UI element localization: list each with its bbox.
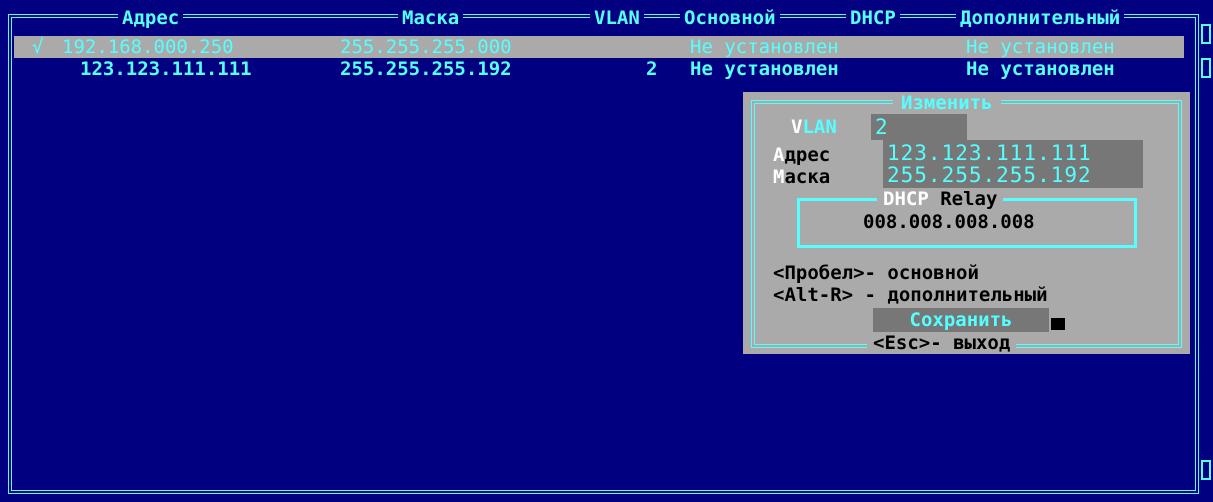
row-secondary-dhcp: Не установлен bbox=[966, 58, 1115, 80]
vlan-field[interactable]: 2 bbox=[871, 114, 967, 140]
dhcp-relay-hotkey: DHCP bbox=[883, 188, 929, 210]
table-header: Адрес Маска VLAN Основной DHCP Дополните… bbox=[0, 6, 1213, 30]
table-row-selected[interactable]: √ 192.168.000.250 255.255.255.000 Не уст… bbox=[14, 36, 1184, 58]
dhcp-relay-title-text: Relay bbox=[928, 188, 998, 210]
row-primary-dhcp: Не установлен bbox=[690, 58, 839, 80]
save-button[interactable]: Сохранить bbox=[873, 308, 1049, 332]
row-address: 123.123.111.111 bbox=[80, 58, 252, 80]
address-label: Адрес bbox=[773, 144, 830, 166]
row-mask: 255.255.255.000 bbox=[340, 36, 512, 58]
vlan-hotkey: V bbox=[791, 116, 803, 138]
text-cursor bbox=[1051, 318, 1065, 330]
mask-label-text: аска bbox=[784, 166, 831, 188]
column-header-mask[interactable]: Маска bbox=[398, 6, 464, 30]
table-row[interactable]: 123.123.111.111 255.255.255.192 2 Не уст… bbox=[14, 58, 1184, 80]
column-header-primary[interactable]: Основной bbox=[680, 6, 780, 30]
edit-dialog: Изменить VLAN 2 Адрес 123.123.111.111 Ма… bbox=[743, 92, 1190, 354]
scroll-thumb[interactable] bbox=[1201, 58, 1211, 78]
scroll-down-arrow-icon[interactable] bbox=[1201, 460, 1211, 480]
vlan-label: VLAN bbox=[791, 116, 837, 138]
column-header-dhcp[interactable]: DHCP bbox=[846, 6, 900, 30]
scroll-up-arrow-icon[interactable] bbox=[1201, 24, 1211, 44]
mask-label: Маска bbox=[773, 166, 830, 188]
terminal-screen: Адрес Маска VLAN Основной DHCP Дополните… bbox=[0, 0, 1213, 502]
dhcp-relay-field[interactable]: 008.008.008.008 bbox=[863, 210, 1035, 234]
row-address: 192.168.000.250 bbox=[62, 36, 234, 58]
dhcp-relay-title: DHCP Relay bbox=[877, 188, 1004, 210]
row-primary-dhcp: Не установлен bbox=[690, 36, 839, 58]
column-header-secondary[interactable]: Дополнительный bbox=[956, 6, 1125, 30]
row-vlan: 2 bbox=[646, 58, 658, 80]
mask-field[interactable]: 255.255.255.192 bbox=[883, 162, 1143, 188]
row-secondary-dhcp: Не установлен bbox=[966, 36, 1115, 58]
column-header-address[interactable]: Адрес bbox=[118, 6, 184, 30]
vlan-label-text: LAN bbox=[802, 116, 837, 138]
row-check-mark: √ bbox=[32, 36, 44, 58]
row-mask: 255.255.255.192 bbox=[340, 58, 512, 80]
address-label-text: дрес bbox=[784, 144, 831, 166]
address-hotkey: А bbox=[773, 144, 785, 166]
mask-hotkey: М bbox=[773, 166, 785, 188]
hint-space-primary: <Пробел>- основной bbox=[773, 262, 979, 284]
esc-exit-hint[interactable]: <Esc>- выход bbox=[867, 332, 1017, 354]
scrollbar[interactable] bbox=[1200, 14, 1213, 494]
dialog-title: Изменить bbox=[893, 92, 1001, 114]
hint-alt-r-secondary: <Alt-R> - дополнительный bbox=[773, 284, 1048, 306]
column-header-vlan[interactable]: VLAN bbox=[590, 6, 644, 30]
